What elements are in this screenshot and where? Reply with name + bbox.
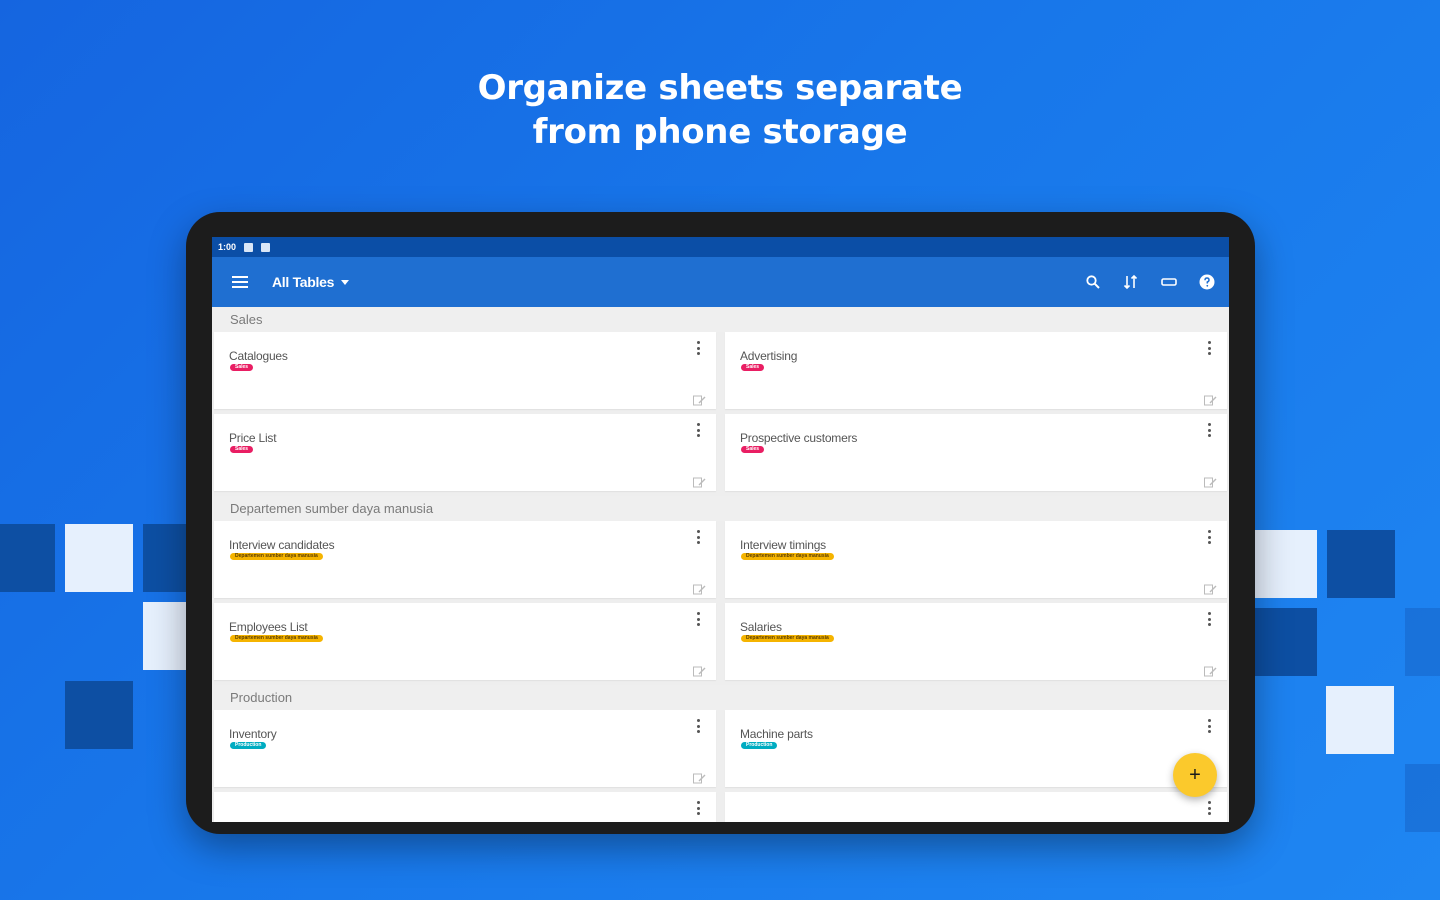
notification-icon: [244, 242, 254, 252]
category-tag: Departemen sumber daya manusia: [230, 635, 323, 642]
category-tag: Departemen sumber daya manusia: [741, 553, 834, 560]
card-row: Interview candidates Departemen sumber d…: [214, 521, 1227, 598]
table-card-title: Inventory: [229, 727, 277, 741]
app-bar: All Tables: [212, 257, 1229, 307]
more-options-icon[interactable]: [1207, 530, 1211, 544]
more-options-icon[interactable]: [1207, 719, 1211, 733]
table-card[interactable]: Interview timings Departemen sumber daya…: [725, 521, 1227, 598]
table-card-title: Salaries: [740, 620, 782, 634]
table-card[interactable]: Inventory Production: [214, 710, 716, 787]
help-icon[interactable]: [1199, 274, 1215, 290]
more-options-icon[interactable]: [696, 612, 700, 626]
tablet-frame: 1:00 All Tables Sales Catalogues Sales A…: [186, 212, 1255, 834]
table-list: Sales Catalogues Sales Advertising Sales: [212, 307, 1229, 822]
card-row: Price List Sales Prospective customers S…: [214, 414, 1227, 491]
table-card[interactable]: Price List Sales: [214, 414, 716, 491]
decor-square: [1326, 686, 1394, 754]
table-card[interactable]: Prospective customers Sales: [725, 414, 1227, 491]
table-card[interactable]: Employees List Departemen sumber daya ma…: [214, 603, 716, 680]
sort-icon[interactable]: [1123, 274, 1139, 290]
decor-square: [143, 602, 186, 670]
category-tag: Production: [230, 742, 267, 749]
more-options-icon[interactable]: [696, 719, 700, 733]
more-options-icon[interactable]: [696, 423, 700, 437]
more-options-icon[interactable]: [696, 801, 700, 815]
table-card[interactable]: Advertising Sales: [725, 332, 1227, 409]
table-card-title: Interview candidates: [229, 538, 335, 552]
more-options-icon[interactable]: [696, 530, 700, 544]
menu-icon[interactable]: [232, 276, 248, 288]
decor-square: [1255, 530, 1317, 598]
decor-square: [1405, 764, 1440, 832]
table-filter-dropdown[interactable]: All Tables: [272, 274, 350, 290]
edit-icon[interactable]: [1204, 393, 1217, 406]
table-card[interactable]: [214, 792, 716, 822]
more-options-icon[interactable]: [1207, 801, 1211, 815]
section-header: Departemen sumber daya manusia: [214, 496, 1227, 521]
more-options-icon[interactable]: [1207, 612, 1211, 626]
edit-icon[interactable]: [693, 582, 706, 595]
category-tag: Departemen sumber daya manusia: [741, 635, 834, 642]
headline: Organize sheets separate from phone stor…: [0, 66, 1440, 154]
decor-square: [0, 524, 55, 592]
dropdown-caret-icon: [341, 279, 350, 285]
headline-line-1: Organize sheets separate: [477, 68, 963, 108]
card-row: [214, 792, 1227, 822]
card-row: Employees List Departemen sumber daya ma…: [214, 603, 1227, 680]
status-bar: 1:00: [212, 237, 1229, 257]
table-card[interactable]: Catalogues Sales: [214, 332, 716, 409]
headline-line-2: from phone storage: [532, 112, 908, 152]
more-options-icon[interactable]: [1207, 423, 1211, 437]
edit-icon[interactable]: [1204, 664, 1217, 677]
decor-square: [65, 681, 133, 749]
table-card-title: Advertising: [740, 349, 798, 363]
category-tag: Sales: [230, 446, 254, 453]
category-tag: Production: [741, 742, 778, 749]
table-card-title: Interview timings: [740, 538, 826, 552]
table-card-title: Machine parts: [740, 727, 813, 741]
card-row: Inventory Production Machine parts Produ…: [214, 710, 1227, 787]
edit-icon[interactable]: [693, 393, 706, 406]
table-card[interactable]: Salaries Departemen sumber daya manusia: [725, 603, 1227, 680]
tablet-screen: 1:00 All Tables Sales Catalogues Sales A…: [212, 237, 1229, 822]
add-table-button[interactable]: +: [1173, 753, 1217, 797]
decor-square: [1255, 608, 1317, 676]
decor-square: [1405, 608, 1440, 676]
table-card[interactable]: Interview candidates Departemen sumber d…: [214, 521, 716, 598]
card-row: Catalogues Sales Advertising Sales: [214, 332, 1227, 409]
more-options-icon[interactable]: [696, 341, 700, 355]
category-tag: Departemen sumber daya manusia: [230, 553, 323, 560]
search-icon[interactable]: [1085, 274, 1101, 290]
decor-square: [143, 524, 186, 592]
category-tag: Sales: [741, 364, 765, 371]
edit-icon[interactable]: [1204, 475, 1217, 488]
edit-icon[interactable]: [693, 475, 706, 488]
decor-square: [65, 524, 133, 592]
table-card-title: Prospective customers: [740, 431, 858, 445]
edit-icon[interactable]: [693, 664, 706, 677]
category-tag: Sales: [741, 446, 765, 453]
table-card[interactable]: Machine parts Production: [725, 710, 1227, 787]
notification-icon: [261, 242, 271, 252]
label-icon[interactable]: [1161, 274, 1177, 290]
table-card[interactable]: [725, 792, 1227, 822]
decor-square: [1327, 530, 1395, 598]
edit-icon[interactable]: [693, 771, 706, 784]
table-card-title: Price List: [229, 431, 277, 445]
status-time: 1:00: [218, 242, 237, 252]
section-header: Sales: [214, 307, 1227, 332]
edit-icon[interactable]: [1204, 582, 1217, 595]
category-tag: Sales: [230, 364, 254, 371]
app-bar-title: All Tables: [272, 274, 335, 290]
table-card-title: Employees List: [229, 620, 308, 634]
section-header: Production: [214, 685, 1227, 710]
more-options-icon[interactable]: [1207, 341, 1211, 355]
table-card-title: Catalogues: [229, 349, 288, 363]
